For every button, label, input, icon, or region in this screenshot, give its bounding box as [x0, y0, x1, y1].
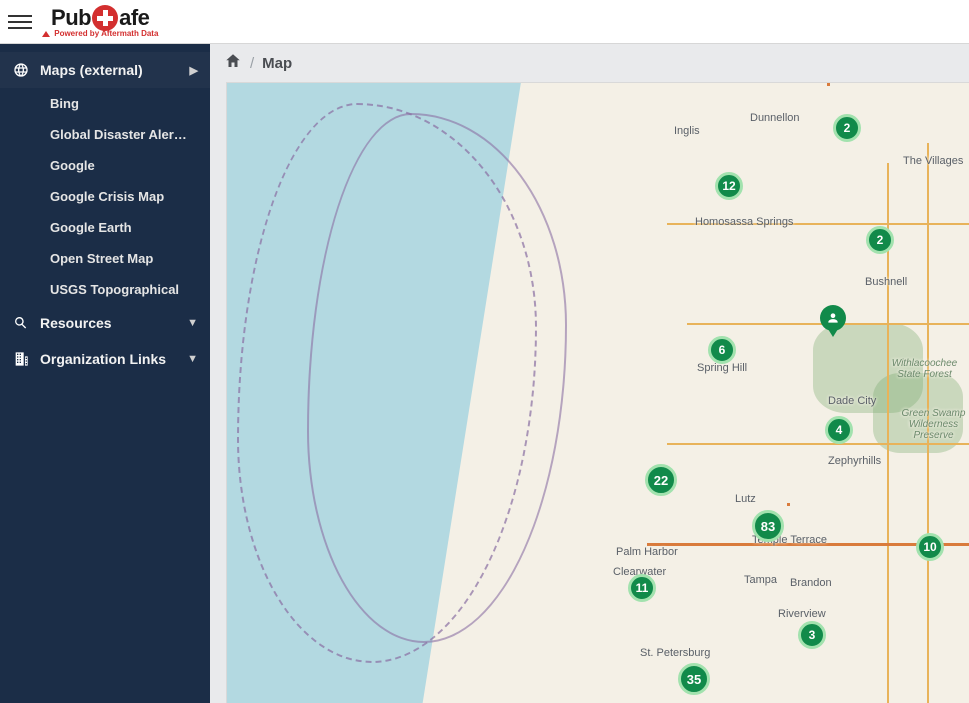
- map-road-layer: [227, 83, 969, 703]
- user-icon: [826, 311, 840, 325]
- chevron-right-icon: ▶: [190, 64, 198, 77]
- logo-text-2: afe: [119, 5, 149, 31]
- map-cluster-marker[interactable]: 6: [708, 336, 736, 364]
- sidebar-item-map-5[interactable]: Open Street Map: [40, 243, 210, 274]
- breadcrumb-home-link[interactable]: [224, 52, 242, 74]
- map-user-marker[interactable]: [820, 305, 846, 331]
- logo-tagline-icon: [42, 31, 50, 37]
- building-icon: [12, 351, 30, 367]
- map-cluster-marker[interactable]: 12: [715, 172, 743, 200]
- sidebar-group-maps[interactable]: Maps (external) ▶: [0, 52, 210, 88]
- app-logo[interactable]: Pub afe Powered by Aftermath Data: [42, 5, 158, 38]
- sidebar-group-resources[interactable]: Resources ▼: [0, 305, 210, 341]
- map-cluster-marker[interactable]: 35: [678, 663, 710, 695]
- map-cluster-marker[interactable]: 2: [833, 114, 861, 142]
- map-place-label: The Villages: [903, 155, 963, 167]
- map-place-label: Riverview: [778, 608, 826, 620]
- map-cluster-marker[interactable]: 10: [916, 533, 944, 561]
- map-place-label: Palm Harbor: [616, 546, 678, 558]
- breadcrumb-separator: /: [250, 55, 254, 72]
- map-place-label: Inglis: [674, 125, 700, 137]
- magnify-icon: [12, 315, 30, 331]
- sidebar-group-resources-label: Resources: [40, 315, 187, 331]
- map-place-label: Dunnellon: [750, 112, 800, 124]
- chevron-down-icon: ▼: [187, 353, 198, 365]
- sidebar-group-orglinks-label: Organization Links: [40, 351, 187, 367]
- logo-cross-icon: [92, 5, 118, 31]
- map-place-label: St. Petersburg: [640, 647, 710, 659]
- globe-icon: [12, 62, 30, 78]
- map-canvas[interactable]: Inglis Dunnellon Homosassa Springs Bushnell…: [227, 83, 969, 703]
- sidebar-item-map-2[interactable]: Google: [40, 150, 210, 181]
- sidebar-item-map-3[interactable]: Google Crisis Map: [40, 181, 210, 212]
- home-icon: [224, 52, 242, 70]
- map-place-label: Lutz: [735, 493, 756, 505]
- map-place-label: Zephyrhills: [828, 455, 881, 467]
- breadcrumb-current: Map: [262, 55, 292, 72]
- map-cluster-marker[interactable]: 83: [752, 510, 784, 542]
- sidebar-maps-submenu: BingGlobal Disaster Aler…GoogleGoogle Cr…: [0, 88, 210, 305]
- breadcrumb: / Map: [210, 44, 969, 82]
- map-place-label: Brandon: [790, 577, 832, 589]
- sidebar-group-orglinks[interactable]: Organization Links ▼: [0, 341, 210, 377]
- sidebar-group-maps-label: Maps (external): [40, 62, 190, 78]
- map-place-label: Homosassa Springs: [695, 216, 793, 228]
- sidebar-item-map-0[interactable]: Bing: [40, 88, 210, 119]
- map-natural-label: Withlacoochee State Forest: [880, 358, 969, 380]
- map-place-label: Dade City: [828, 395, 876, 407]
- map-natural-label: Green Swamp Wilderness Preserve: [898, 408, 969, 441]
- logo-text-1: Pub: [51, 5, 91, 31]
- map-cluster-marker[interactable]: 4: [825, 416, 853, 444]
- map-cluster-marker[interactable]: 3: [798, 621, 826, 649]
- map-cluster-marker[interactable]: 2: [866, 226, 894, 254]
- map-cluster-marker[interactable]: 22: [645, 464, 677, 496]
- sidebar-item-map-6[interactable]: USGS Topographical: [40, 274, 210, 305]
- sidebar-item-map-1[interactable]: Global Disaster Aler…: [40, 119, 210, 150]
- chevron-down-icon: ▼: [187, 317, 198, 329]
- menu-toggle-button[interactable]: [8, 10, 32, 34]
- map-cluster-marker[interactable]: 11: [628, 574, 656, 602]
- sidebar: Maps (external) ▶ BingGlobal Disaster Al…: [0, 44, 210, 703]
- map-place-label: Bushnell: [865, 276, 907, 288]
- map-place-label: Tampa: [744, 574, 777, 586]
- sidebar-item-map-4[interactable]: Google Earth: [40, 212, 210, 243]
